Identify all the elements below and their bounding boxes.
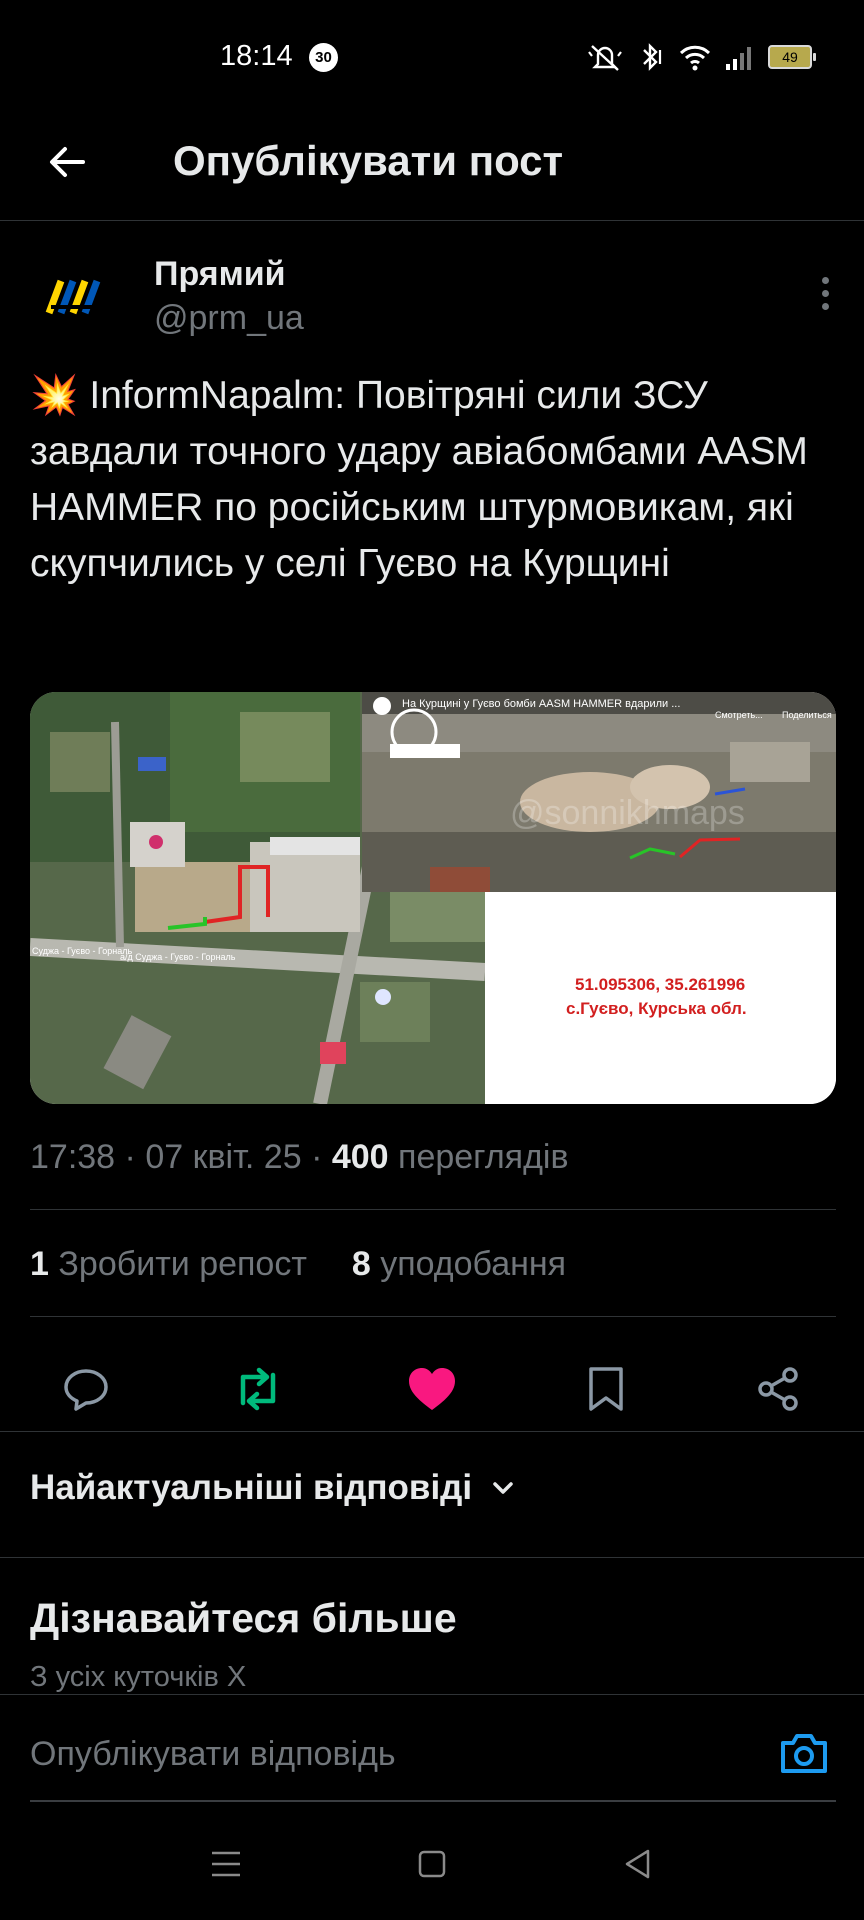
more-dot	[821, 276, 829, 284]
nav-home-button[interactable]	[408, 1840, 456, 1888]
mute-icon	[588, 45, 622, 71]
reposts-count: 1	[30, 1245, 49, 1283]
road-label-2: а/д Суджа - Гуєво - Горналь	[120, 952, 236, 962]
learn-more-title: Дізнавайтеся більше	[30, 1595, 457, 1641]
page-title: Опублікувати пост	[173, 137, 564, 184]
views-label: переглядів	[398, 1138, 569, 1176]
likes-label: уподобання	[380, 1245, 567, 1283]
system-nav-bar	[0, 1804, 864, 1920]
wifi-icon	[679, 45, 711, 71]
signal-icon	[726, 47, 751, 70]
likes-count: 8	[351, 1245, 371, 1283]
watermark: @sonnikhmaps	[510, 794, 745, 832]
reply-input-underline	[30, 1800, 836, 1802]
chevron-down-icon	[493, 1482, 513, 1494]
back-icon	[625, 1849, 650, 1879]
post-author: Прямий @prm_ua	[30, 253, 840, 343]
nav-menu-button[interactable]	[202, 1840, 250, 1888]
top-app-bar: Опублікувати пост	[0, 115, 864, 221]
camera-button[interactable]	[776, 1725, 832, 1781]
replies-sort-label: Найактуальніші відповіді	[30, 1468, 473, 1507]
reply-input[interactable]: Опублікувати відповідь	[30, 1735, 396, 1774]
repost-button[interactable]	[228, 1359, 288, 1419]
repost-icon	[240, 1367, 276, 1411]
post-meta: 17:38 · 07 квіт. 25 · 400 переглядів	[30, 1138, 569, 1177]
author-handle[interactable]: @prm_ua	[154, 299, 304, 338]
more-dot	[821, 302, 829, 310]
divider	[0, 1557, 864, 1558]
views-count: 400	[331, 1138, 389, 1176]
satellite-composite-image: Суджа - Гуєво - Горналь а/д Суджа - Гуєв…	[30, 692, 836, 1104]
post-text: 💥 InformNapalm: Повітряні сили ЗСУ завда…	[30, 374, 808, 585]
menu-icon	[212, 1851, 240, 1877]
share-icon	[758, 1367, 798, 1411]
notification-count-badge: 30	[309, 43, 338, 72]
post-time: 17:38	[30, 1138, 116, 1176]
reply-icon	[64, 1369, 108, 1411]
meta-separator: ·	[311, 1138, 323, 1176]
status-time: 18:14	[220, 40, 293, 72]
author-name[interactable]: Прямий	[154, 255, 286, 294]
likes-stat[interactable]: 8 уподобання	[352, 1245, 566, 1283]
post-media-image[interactable]: Суджа - Гуєво - Горналь а/д Суджа - Гуєв…	[30, 692, 836, 1104]
battery-icon: 49	[768, 45, 816, 69]
home-icon	[418, 1850, 446, 1878]
video-share-label: Поделиться	[782, 710, 832, 720]
video-watch-label: Смотреть...	[715, 710, 763, 720]
like-icon	[409, 1368, 455, 1410]
status-icons: 49	[586, 40, 816, 74]
more-dot	[821, 289, 829, 297]
replies-sort-dropdown[interactable]: Найактуальніші відповіді	[30, 1468, 516, 1508]
divider	[30, 1209, 836, 1210]
share-button[interactable]	[748, 1359, 808, 1419]
post-actions	[0, 1345, 864, 1435]
arrow-left-icon	[50, 147, 85, 177]
bluetooth-icon	[643, 43, 662, 71]
prm-logo-icon	[45, 279, 101, 315]
meta-separator: ·	[124, 1138, 136, 1176]
media-coordinates: 51.095306, 35.261996	[575, 975, 745, 994]
like-button[interactable]	[402, 1359, 462, 1419]
camera-icon	[781, 1734, 827, 1773]
bookmark-icon	[589, 1367, 623, 1411]
back-button[interactable]	[40, 135, 94, 189]
learn-more-subtitle: З усіх куточків X	[30, 1661, 247, 1693]
status-bar: 18:14 30 49	[0, 0, 864, 115]
post-stats: 1 Зробити репост 8 уподобання	[30, 1245, 566, 1284]
bookmark-button[interactable]	[576, 1359, 636, 1419]
reposts-label: Зробити репост	[58, 1245, 307, 1283]
nav-back-button[interactable]	[614, 1840, 662, 1888]
post-date: 07 квіт. 25	[145, 1138, 302, 1176]
divider	[30, 1316, 836, 1317]
avatar[interactable]	[30, 253, 118, 341]
reply-composer: Опублікувати відповідь	[0, 1694, 864, 1805]
media-location: с.Гуєво, Курська обл.	[566, 999, 747, 1018]
road-label-1: Суджа - Гуєво - Горналь	[32, 946, 133, 956]
more-options-button[interactable]	[810, 273, 840, 313]
reply-button[interactable]	[56, 1359, 116, 1419]
divider	[0, 1431, 864, 1432]
reposts-stat[interactable]: 1 Зробити репост	[30, 1245, 307, 1283]
video-caption: На Курщині у Гуєво бомби AASM HAMMER вда…	[402, 698, 680, 710]
